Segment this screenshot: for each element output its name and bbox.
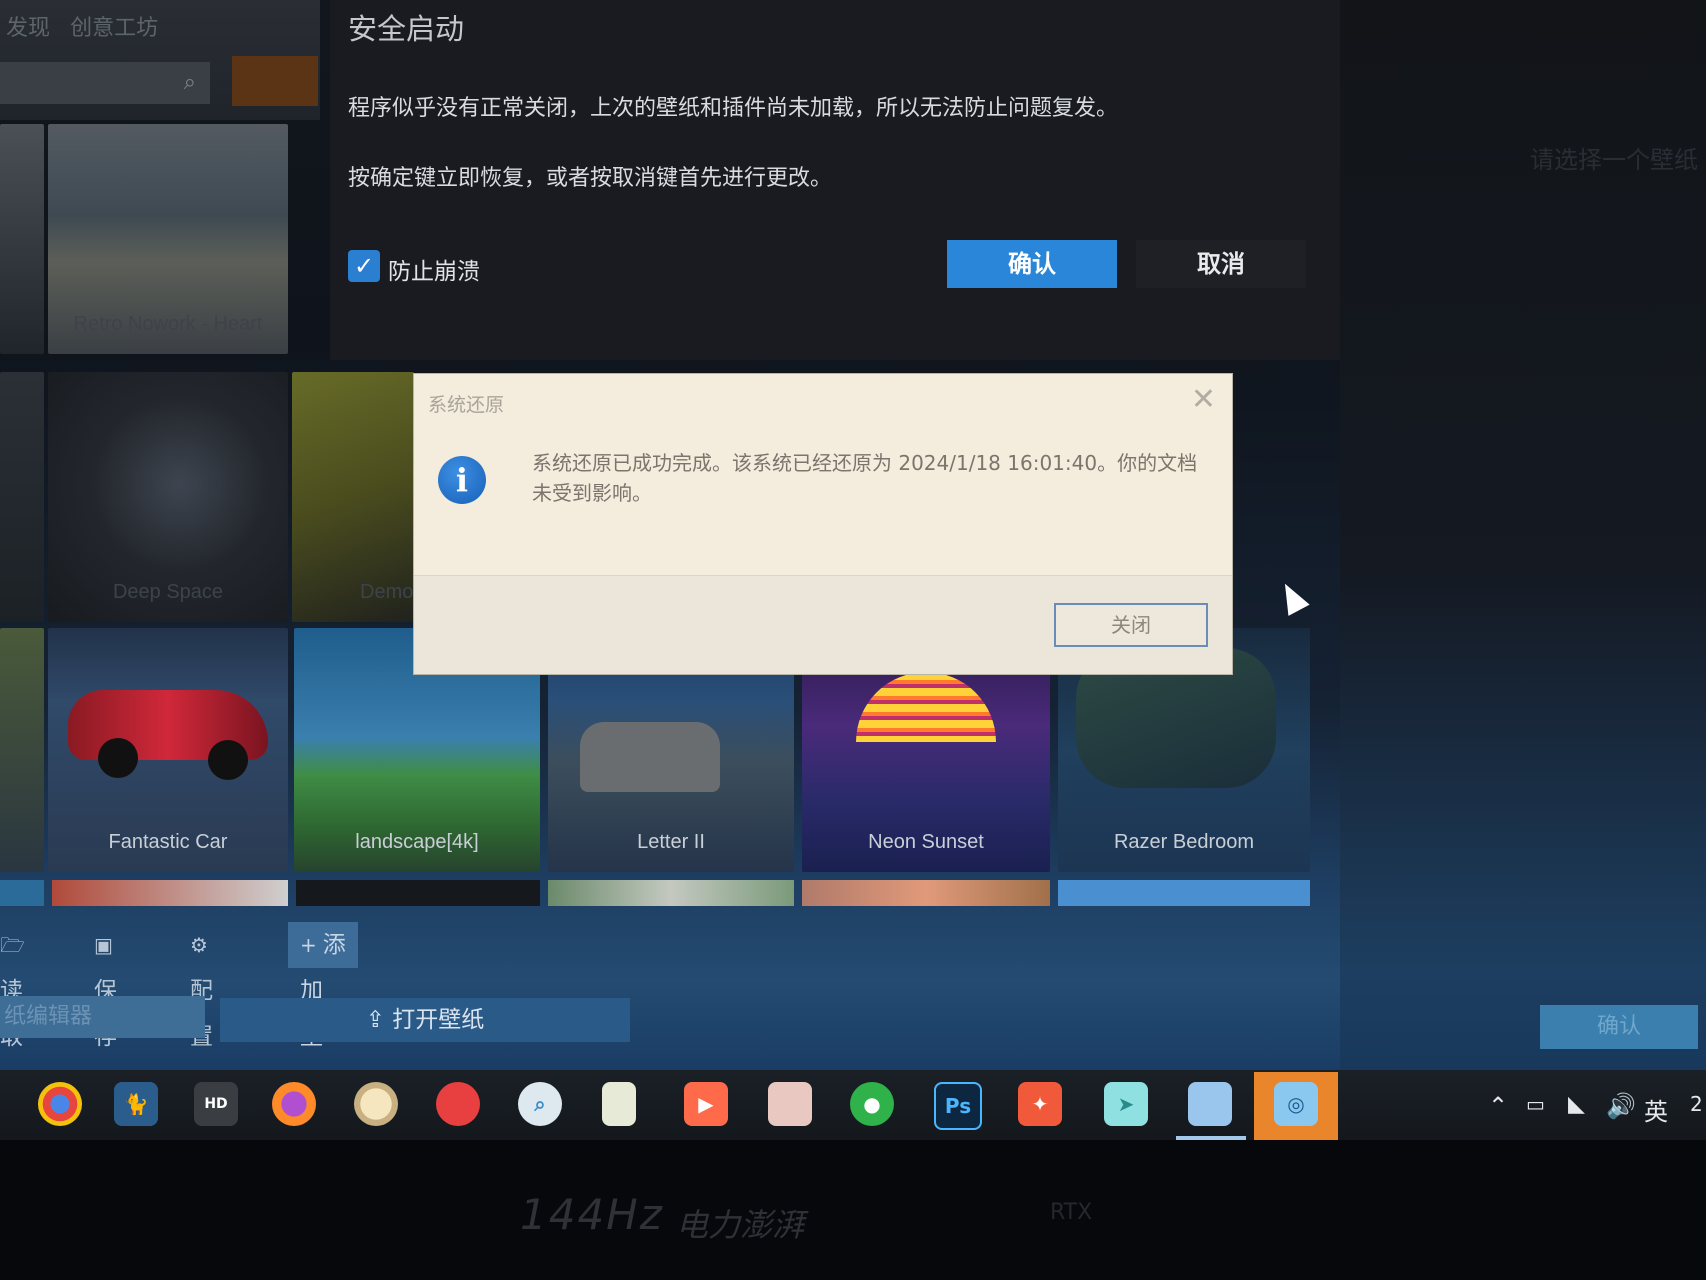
ime-indicator[interactable]: 英 <box>1644 1092 1668 1127</box>
wallpaper-tile[interactable] <box>0 124 44 354</box>
cute-app-icon[interactable] <box>768 1082 812 1126</box>
wallpaper-title: Letter II <box>637 831 705 853</box>
safe-start-message-1: 程序似乎没有正常关闭，上次的壁纸和插件尚未加载，所以无法防止问题复发。 <box>348 96 1119 121</box>
confirm-button[interactable]: 确认 <box>947 240 1117 288</box>
chevron-up-icon[interactable]: ⌃ <box>1488 1092 1508 1120</box>
safe-start-title: 安全启动 <box>348 12 465 46</box>
moon-app-icon[interactable] <box>354 1082 398 1126</box>
folder-icon: 🗁 <box>0 933 25 957</box>
sun-shape <box>856 672 996 742</box>
safe-start-dialog: 安全启动 程序似乎没有正常关闭，上次的壁纸和插件尚未加载，所以无法防止问题复发。… <box>330 0 1340 360</box>
clock[interactable]: 2 <box>1690 1092 1703 1116</box>
safe-start-message-2: 按确定键立即恢复，或者按取消键首先进行更改。 <box>348 166 833 191</box>
wheel-shape <box>208 740 248 780</box>
restore-message: 系统还原已成功完成。该系统已经还原为 2024/1/18 16:01:40。你的… <box>532 451 1198 505</box>
tab-discover-label: 发现 <box>6 15 51 40</box>
wechat-icon[interactable]: ● <box>850 1082 894 1126</box>
rtx-text: RTX <box>1050 1200 1093 1225</box>
wallpaper-library-header: 发现 创意工坊 ⌕ <box>0 0 320 120</box>
wallpaper-title: Razer Bedroom <box>1113 831 1255 853</box>
jpg-hd-icon[interactable]: HD <box>194 1082 238 1126</box>
wallpaper-tile[interactable]: Retro Nowork - Heart <box>48 124 288 354</box>
video-player-icon[interactable]: ▶ <box>684 1082 728 1126</box>
monitor-refresh-label: 144Hz <box>520 1190 664 1239</box>
notepad-icon[interactable] <box>602 1082 636 1126</box>
wallpaper-tile[interactable]: Demo <box>292 372 414 622</box>
wallpaper-tile-strip[interactable] <box>802 880 1050 906</box>
plus-icon: + <box>300 933 317 957</box>
wallpaper-title: Neon Sunset <box>868 831 984 853</box>
monitor-slogan: 电力澎湃 <box>676 1206 805 1244</box>
wallpaper-tile-strip[interactable] <box>0 880 44 906</box>
ccleaner-icon[interactable] <box>436 1082 480 1126</box>
tab-workshop-label[interactable]: 创意工坊 <box>70 15 158 40</box>
search-input[interactable]: ⌕ <box>0 62 210 104</box>
gears-icon: ⚙ <box>190 933 208 957</box>
open-wallpaper-button[interactable]: ⇪ 打开壁纸 <box>220 998 630 1042</box>
wallpaper-tile[interactable]: Fantastic Car <box>48 628 288 872</box>
config-button[interactable]: ⚙配置 <box>190 922 214 1050</box>
wallpaper-tile[interactable]: Deep Space <box>48 372 288 622</box>
open-wallpaper-label: 打开壁纸 <box>392 1007 485 1033</box>
wifi-icon[interactable]: ◣ <box>1568 1092 1585 1117</box>
bird-app-icon[interactable]: ➤ <box>1104 1082 1148 1126</box>
wallpaper-tile-strip[interactable] <box>548 880 794 906</box>
system-restore-dialog: 系统还原 ✕ i 系统还原已成功完成。该系统已经还原为 2024/1/18 16… <box>414 374 1232 674</box>
prevent-crash-label[interactable]: 防止崩溃 <box>388 252 480 286</box>
wheel-shape <box>98 738 138 778</box>
close-button[interactable]: 关闭 <box>1054 603 1208 647</box>
tab-discover[interactable]: 发现 创意工坊 <box>6 10 158 42</box>
wallpaper-editor-button[interactable]: 纸编辑器 <box>0 996 205 1038</box>
close-icon[interactable]: ✕ <box>1191 382 1216 417</box>
cat-app-icon[interactable]: 🐈 <box>114 1082 158 1126</box>
wallpaper-title: landscape[4k] <box>355 831 479 853</box>
panel-confirm-label: 确认 <box>1596 1014 1641 1039</box>
wallpaper-title: Deep Space <box>112 581 224 603</box>
add-wallpaper-button[interactable]: +添加壁纸 <box>288 922 358 1096</box>
battery-icon[interactable]: ▭ <box>1526 1092 1545 1116</box>
upload-icon: ⇪ <box>365 1007 385 1033</box>
dialog-footer: 关闭 <box>414 575 1232 674</box>
volume-icon[interactable]: 🔊 <box>1606 1092 1636 1120</box>
wallpaper-tile[interactable] <box>0 372 44 622</box>
van-shape <box>580 722 720 792</box>
wallpaper-engine-icon[interactable]: ◎ <box>1274 1082 1318 1126</box>
wallpaper-title: Retro Nowork - Heart <box>73 313 263 335</box>
filter-button[interactable] <box>232 56 318 106</box>
remote-desktop-icon[interactable] <box>1188 1082 1232 1126</box>
xmind-icon[interactable]: ✦ <box>1018 1082 1062 1126</box>
wallpaper-tile-strip[interactable] <box>296 880 540 906</box>
floppy-icon: ▣ <box>94 933 113 957</box>
desktop-screen: 发现 创意工坊 ⌕ Retro Nowork - Heart Deep Spac… <box>0 0 1706 1140</box>
wallpaper-title: Demo <box>360 581 414 603</box>
prevent-crash-checkbox[interactable]: ✓ <box>348 250 380 282</box>
monitor-rtx-label: RTX <box>1050 1200 1092 1225</box>
mouse-cursor <box>1274 578 1310 616</box>
panel-confirm-button[interactable]: 确认 <box>1540 1005 1698 1049</box>
chrome-icon[interactable] <box>38 1082 82 1126</box>
search-app-icon[interactable]: ⌕ <box>518 1082 562 1126</box>
select-hint: 请选择一个壁纸 <box>1530 146 1698 174</box>
wallpaper-tile[interactable] <box>0 628 44 872</box>
read-button[interactable]: 🗁读取 <box>0 922 31 1050</box>
info-icon: i <box>438 456 486 504</box>
taskbar-running-indicator <box>1176 1136 1246 1140</box>
wallpaper-tile-strip[interactable] <box>52 880 288 906</box>
wallpaper-title: Fantastic Car <box>108 831 228 853</box>
firefox-icon[interactable] <box>272 1082 316 1126</box>
editor-label: 纸编辑器 <box>4 1004 93 1029</box>
wallpaper-tile-strip[interactable] <box>1058 880 1310 906</box>
photoshop-icon[interactable]: Ps <box>934 1082 982 1130</box>
save-button[interactable]: ▣保存 <box>94 922 119 1050</box>
right-panel: 请选择一个壁纸 确认 <box>1340 0 1706 1140</box>
search-icon[interactable]: ⌕ <box>184 70 196 95</box>
cancel-button[interactable]: 取消 <box>1136 240 1306 288</box>
dialog-caption: 系统还原 <box>428 394 505 416</box>
